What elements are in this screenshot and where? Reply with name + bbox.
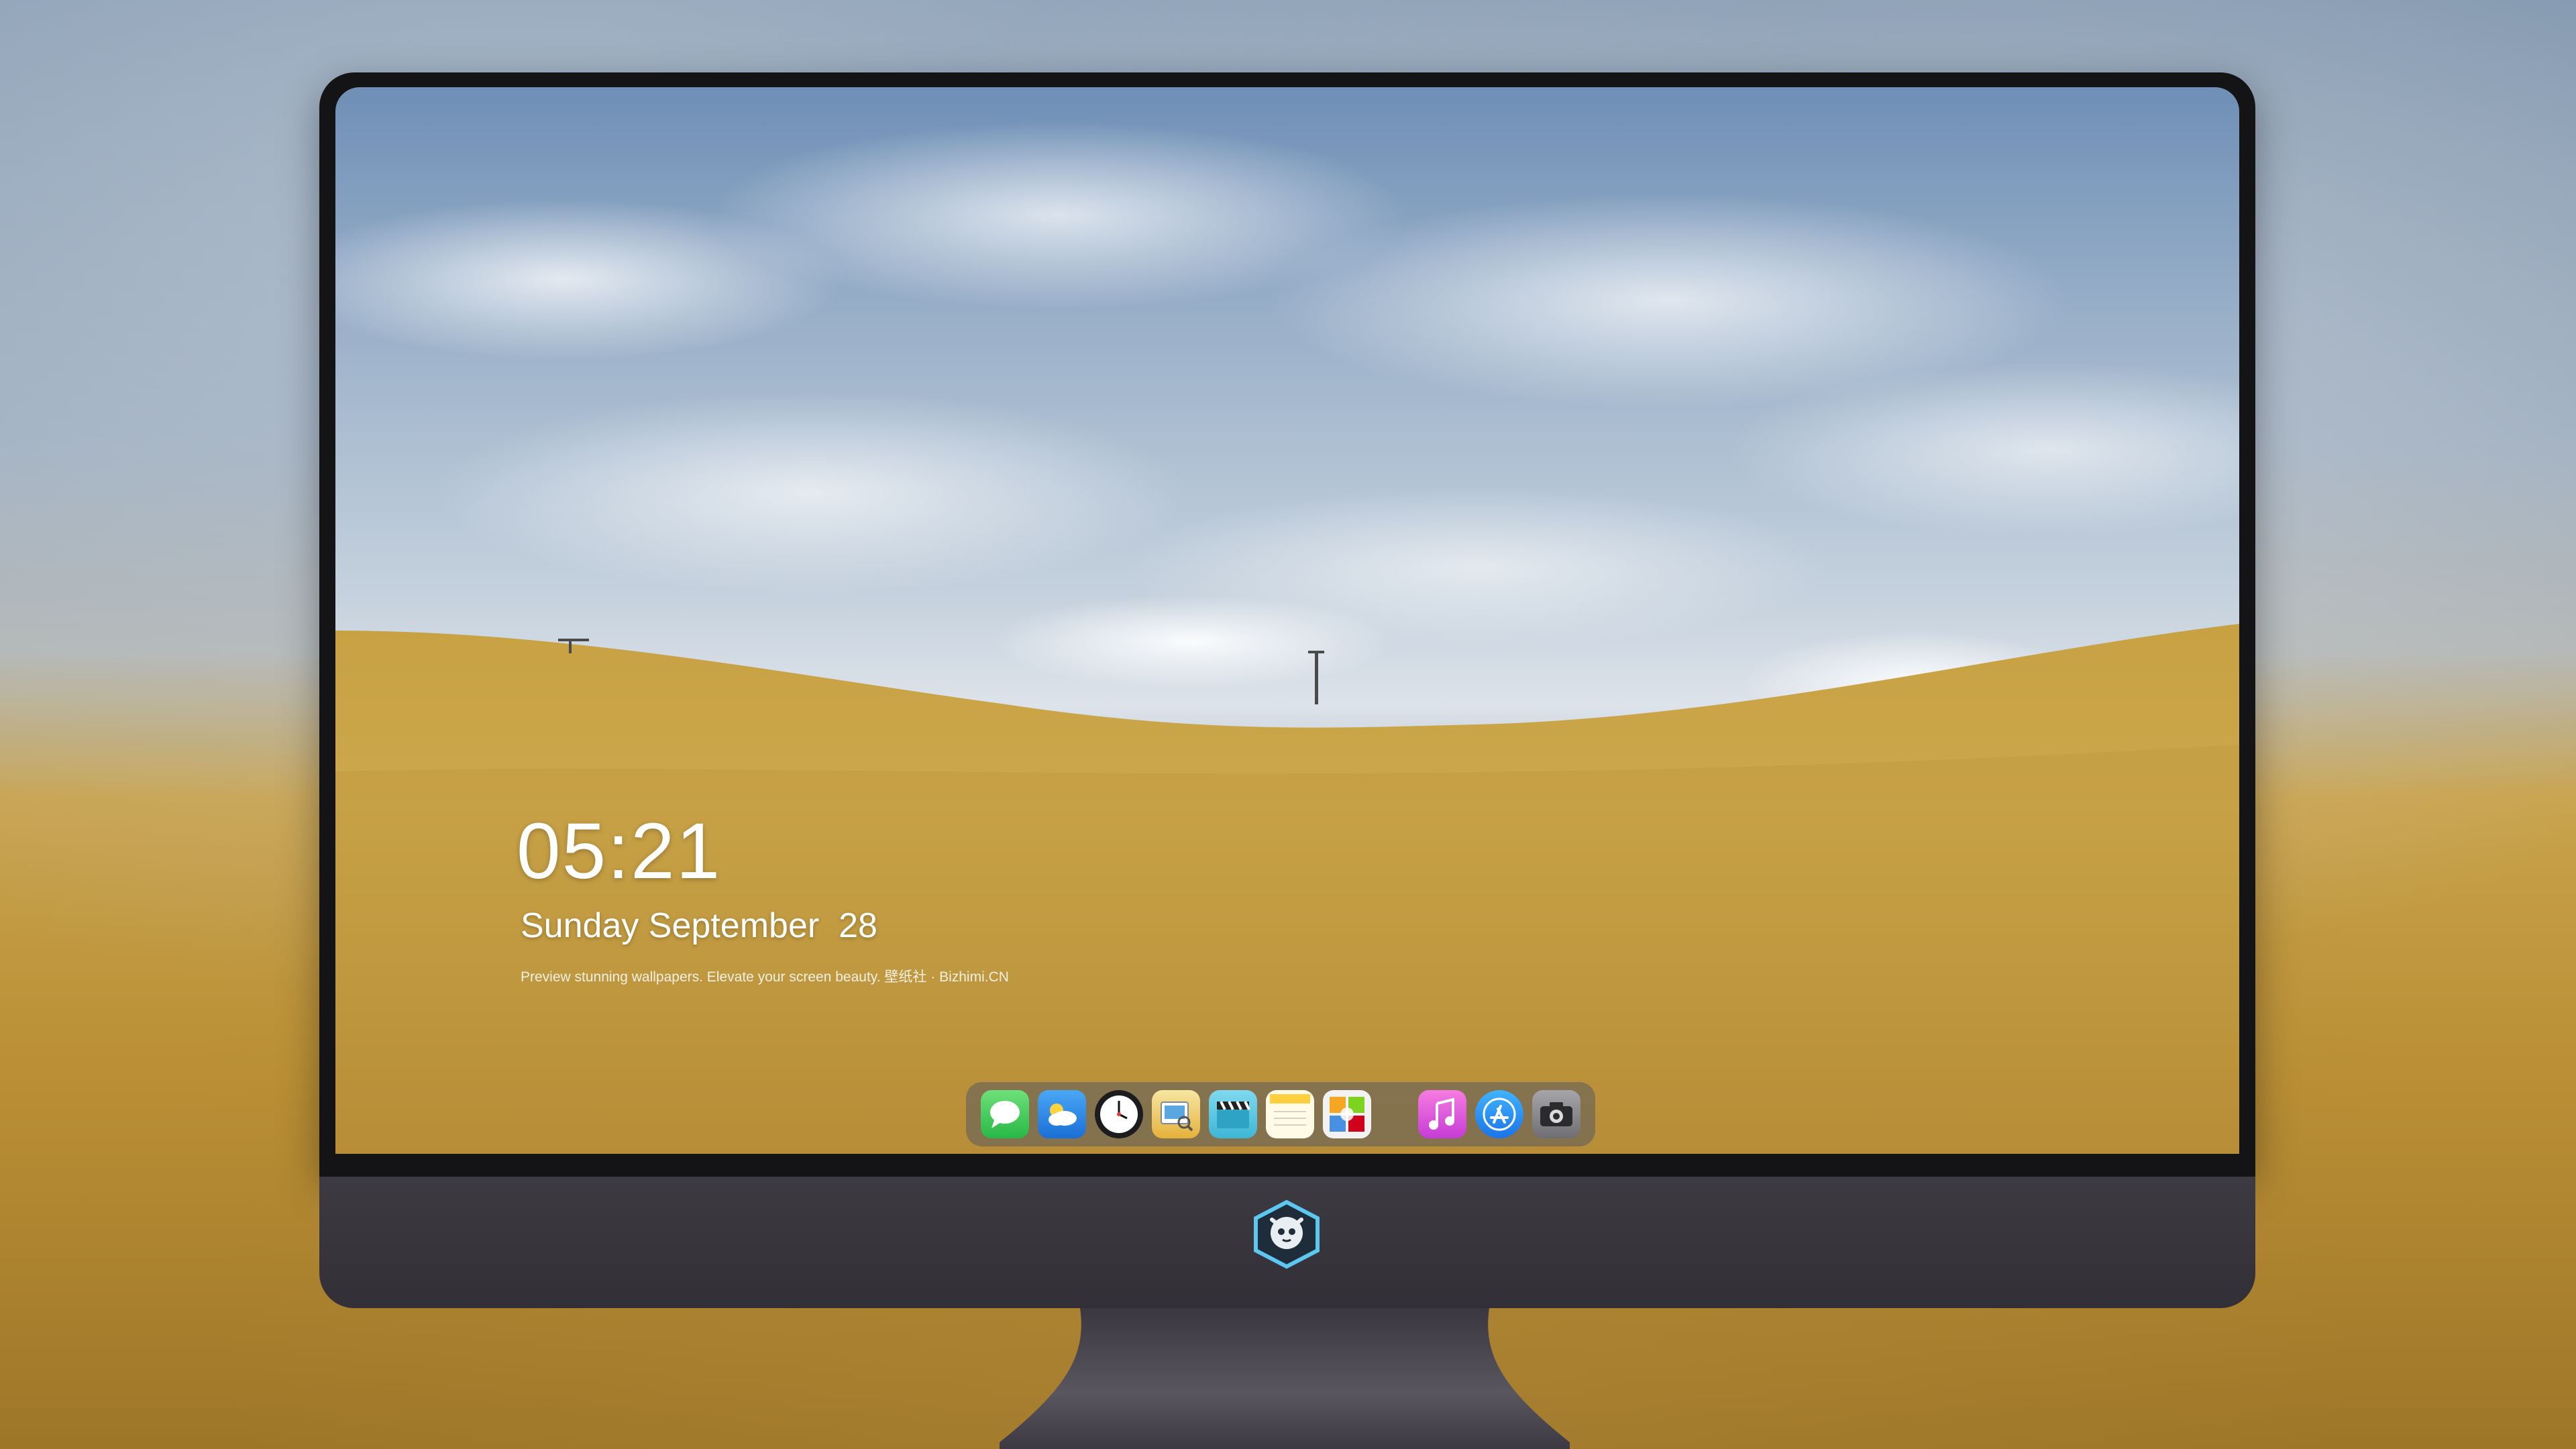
wheat-field — [335, 624, 2239, 1154]
preview-icon[interactable] — [1152, 1090, 1200, 1138]
wallpaper-caption: Preview stunning wallpapers. Elevate you… — [521, 969, 1009, 985]
music-icon[interactable] — [1418, 1090, 1466, 1138]
clock-time: 05:21 — [517, 807, 722, 896]
notes-icon[interactable] — [1266, 1090, 1314, 1138]
lock-screen-info: 05:21 Sunday September 28 Preview stunni… — [517, 812, 1009, 986]
app-store-icon[interactable] — [1475, 1090, 1523, 1138]
lock-screen: 05:21 Sunday September 28 Preview stunni… — [335, 87, 2239, 1154]
weather-icon[interactable] — [1038, 1090, 1086, 1138]
photo-booth-icon[interactable] — [1323, 1090, 1371, 1138]
dock — [966, 1082, 1595, 1146]
utility-pole — [1315, 651, 1318, 704]
clock-date: Sunday September 28 — [521, 906, 877, 945]
camera-icon[interactable] — [1532, 1090, 1580, 1138]
utility-pole — [1308, 651, 1324, 653]
monitor-stand — [1000, 1308, 1570, 1449]
mascot-logo-icon — [1254, 1199, 1320, 1269]
clapperboard-icon[interactable] — [1209, 1090, 1257, 1138]
clock-icon[interactable] — [1095, 1090, 1143, 1138]
utility-pole — [558, 639, 589, 641]
messages-icon[interactable] — [981, 1090, 1029, 1138]
